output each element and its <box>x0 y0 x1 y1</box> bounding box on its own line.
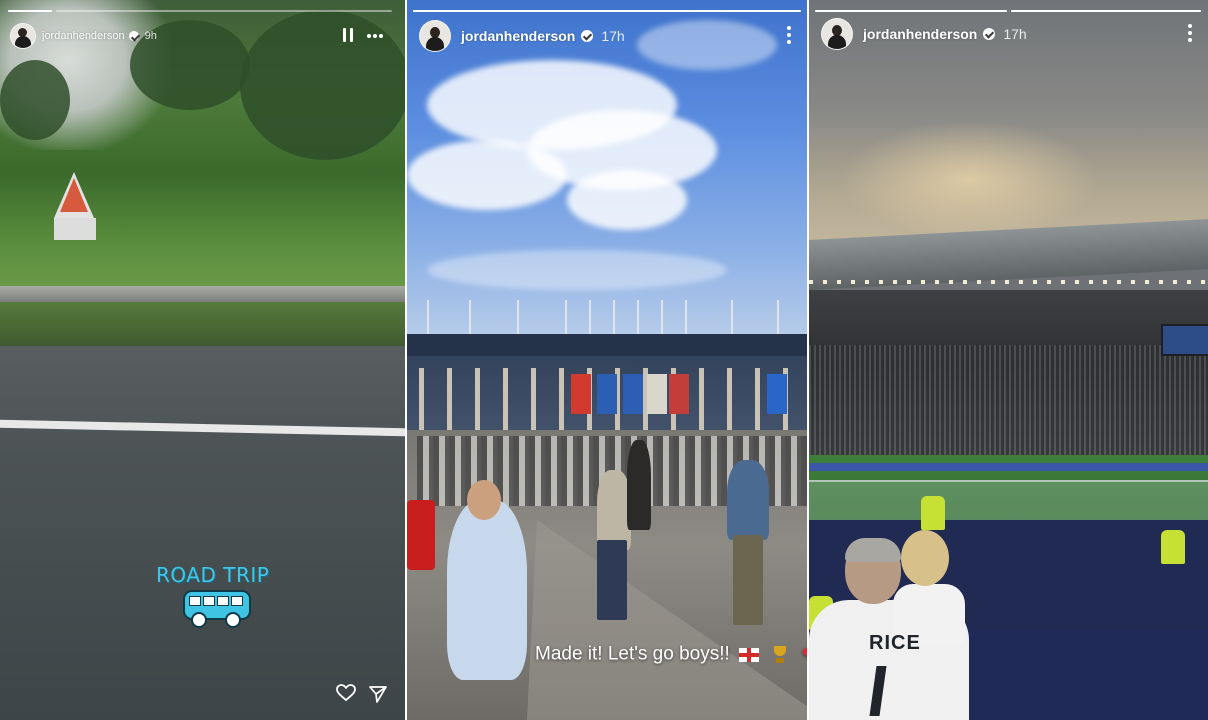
guard-rail <box>0 286 405 302</box>
walkway <box>527 520 807 720</box>
story-timestamp: 17h <box>1003 26 1027 42</box>
trophy-icon <box>772 645 788 664</box>
tree-foliage <box>0 60 70 140</box>
story-header: jordanhenderson 9h <box>0 18 405 54</box>
red-flag-bearer <box>407 500 435 570</box>
england-flag-icon <box>739 647 760 662</box>
road-trip-sticker-text: ROAD TRIP <box>156 563 270 587</box>
advertising-board <box>809 463 1208 471</box>
story-caption: Made it! Let's go boys!! ❤ <box>535 642 807 667</box>
avatar[interactable] <box>10 23 36 49</box>
sunset-glow <box>839 120 1099 240</box>
story-progress-segment <box>815 10 1007 12</box>
stadium-facade <box>407 334 807 430</box>
more-icon[interactable] <box>1188 24 1192 44</box>
man-trousers <box>733 535 763 625</box>
van-icon <box>183 586 251 628</box>
woman-dark-dress <box>627 440 651 530</box>
verified-badge-icon <box>581 30 594 42</box>
road-surface <box>0 346 405 720</box>
man-blue-shirt <box>727 460 769 540</box>
story-header: jordanhenderson 17h <box>407 18 807 54</box>
man-jeans <box>597 540 627 620</box>
send-icon[interactable] <box>368 684 388 704</box>
story-progress-segment <box>413 10 801 12</box>
crowd-stands <box>809 345 1208 455</box>
cloud <box>567 170 687 230</box>
avatar[interactable] <box>419 20 451 52</box>
verified-badge-icon <box>983 28 996 40</box>
steward <box>921 496 945 530</box>
cloud <box>427 250 727 290</box>
heart-icon[interactable] <box>336 684 356 706</box>
child-head <box>901 530 949 586</box>
story-stadium-arrival[interactable]: jordanhenderson 17h Made it! Let's go bo… <box>407 0 807 720</box>
avatar[interactable] <box>821 18 853 50</box>
story-header: jordanhenderson 17h <box>809 16 1208 52</box>
cloud <box>407 140 567 210</box>
pitchside-panel <box>959 630 1208 720</box>
warning-sign-red <box>60 178 88 212</box>
grass-verge <box>0 302 405 346</box>
man-in-khaki <box>597 470 631 550</box>
username[interactable]: jordanhenderson <box>42 30 125 42</box>
pause-icon[interactable] <box>343 28 355 42</box>
scoreboard-screen <box>1161 324 1208 356</box>
username[interactable]: jordanhenderson <box>461 28 575 44</box>
story-progress-segment <box>8 10 52 12</box>
floodlights <box>809 280 1208 284</box>
warning-sign-plate <box>54 218 96 240</box>
story-timestamp: 9h <box>144 30 157 42</box>
story-timestamp: 17h <box>601 28 625 44</box>
story-progress-remaining <box>56 10 392 12</box>
woman-head <box>467 480 501 520</box>
stories-collage: jordanhenderson 9h ROAD TRIP jordanhende… <box>0 0 1208 720</box>
caption-text: Made it! Let's go boys!! <box>535 643 730 665</box>
more-icon[interactable] <box>366 34 386 38</box>
story-road-trip[interactable]: jordanhenderson 9h ROAD TRIP <box>0 0 405 720</box>
shirt-name: RICE <box>869 632 921 654</box>
more-icon[interactable] <box>787 26 791 46</box>
red-heart-icon: ❤ <box>802 642 807 667</box>
woman-in-dress <box>447 500 527 680</box>
username[interactable]: jordanhenderson <box>863 26 977 42</box>
fan-hair <box>845 538 901 562</box>
story-stadium-inside[interactable]: RICE jordanhenderson 17h <box>809 0 1208 720</box>
steward <box>1161 530 1185 564</box>
verified-badge-icon <box>128 31 139 41</box>
story-progress-segment <box>1011 10 1201 12</box>
